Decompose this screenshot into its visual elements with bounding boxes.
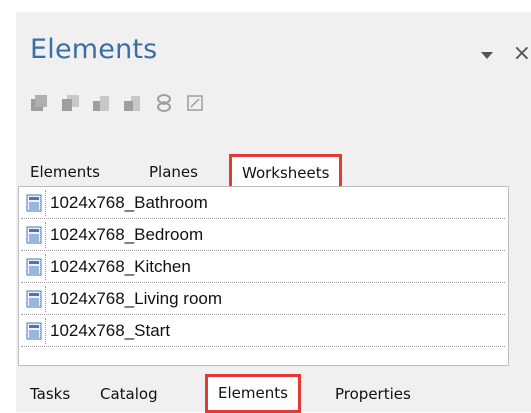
- tab-catalog[interactable]: Catalog: [100, 385, 158, 403]
- elements-panel: Elements × Elements Planes Worksheets 10…: [16, 12, 531, 413]
- worksheet-icon: [23, 254, 46, 280]
- bring-forward-icon[interactable]: [90, 91, 114, 115]
- tab-elements[interactable]: Elements: [30, 163, 100, 181]
- worksheet-label: 1024x768_Living room: [50, 289, 223, 308]
- worksheet-icon: [23, 286, 46, 312]
- bottom-tab-strip: Tasks Catalog Elements Properties: [16, 367, 531, 413]
- bring-to-front-icon[interactable]: [28, 91, 52, 115]
- worksheet-label: 1024x768_Kitchen: [50, 257, 191, 276]
- list-item[interactable]: 1024x768_Bathroom: [21, 188, 505, 219]
- send-backward-icon[interactable]: [121, 91, 145, 115]
- worksheet-icon: [23, 190, 46, 216]
- send-to-back-icon[interactable]: [59, 91, 83, 115]
- worksheet-label: 1024x768_Bathroom: [50, 193, 208, 212]
- tab-elements-bottom[interactable]: Elements: [205, 374, 301, 413]
- worksheet-list: 1024x768_Bathroom 1024x768_Bedroom 1024x…: [18, 186, 509, 366]
- list-item[interactable]: 1024x768_Start: [21, 316, 505, 347]
- worksheet-icon: [23, 222, 46, 248]
- panel-title: Elements: [30, 34, 158, 65]
- lock-icon[interactable]: [183, 91, 207, 115]
- visibility-icon[interactable]: [152, 91, 176, 115]
- worksheet-icon: [23, 318, 46, 344]
- list-item[interactable]: 1024x768_Bedroom: [21, 220, 505, 251]
- dropdown-arrow-icon[interactable]: [481, 52, 494, 60]
- list-item[interactable]: 1024x768_Living room: [21, 284, 505, 315]
- tab-tasks[interactable]: Tasks: [30, 385, 70, 403]
- element-toolbar: [28, 91, 207, 115]
- tab-properties[interactable]: Properties: [335, 385, 411, 403]
- panel-controls: ×: [467, 43, 531, 65]
- worksheet-label: 1024x768_Start: [50, 321, 171, 340]
- list-item[interactable]: 1024x768_Kitchen: [21, 252, 505, 283]
- close-icon[interactable]: ×: [513, 43, 531, 65]
- tab-planes[interactable]: Planes: [149, 163, 198, 181]
- worksheet-label: 1024x768_Bedroom: [50, 225, 204, 244]
